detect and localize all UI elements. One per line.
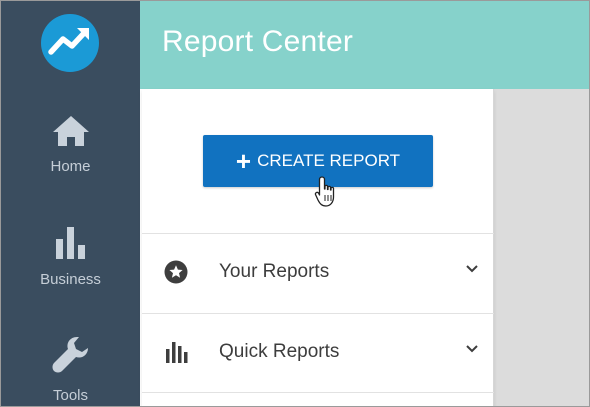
chevron-down-icon[interactable]	[465, 264, 479, 274]
star-circle-icon	[164, 260, 188, 284]
sidebar-item-label: Home	[50, 158, 91, 175]
quick-reports-label: Quick Reports	[219, 341, 340, 362]
your-reports-label: Your Reports	[219, 261, 330, 282]
content-background	[494, 89, 589, 406]
your-reports-row[interactable]: Your Reports	[142, 234, 494, 312]
sidebar-item-home[interactable]: Home	[1, 114, 140, 175]
bar-chart-icon	[166, 342, 188, 363]
chevron-down-icon[interactable]	[465, 344, 479, 354]
header-bar: Report Center	[140, 1, 589, 89]
sidebar-item-business[interactable]: Business	[1, 225, 140, 288]
plus-icon: +	[235, 146, 252, 176]
sidebar: Home Business Tools	[1, 1, 140, 406]
bar-chart-icon	[55, 227, 85, 259]
sidebar-item-label: Business	[40, 271, 101, 288]
sidebar-item-label: Tools	[52, 387, 89, 404]
trending-up-logo-icon[interactable]	[39, 12, 101, 74]
home-icon	[52, 116, 89, 146]
report-menu-panel: + CREATE REPORT Your Reports Quick Repor…	[142, 89, 494, 406]
create-report-label: CREATE REPORT	[257, 151, 401, 170]
hand-pointer-cursor-icon	[314, 176, 335, 207]
divider	[142, 392, 494, 393]
wrench-icon	[52, 337, 88, 373]
sidebar-item-tools[interactable]: Tools	[1, 333, 140, 404]
app-window: Home Business Tools Report Center + CREA…	[0, 0, 590, 407]
quick-reports-row[interactable]: Quick Reports	[142, 314, 494, 392]
page-title: Report Center	[162, 25, 354, 58]
